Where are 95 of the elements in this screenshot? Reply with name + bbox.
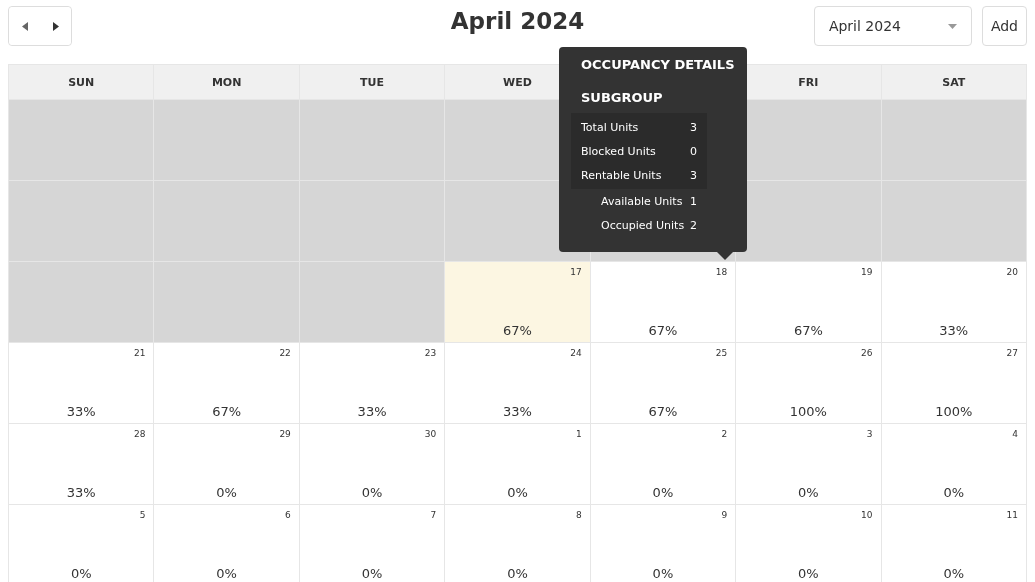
units-value: 3 xyxy=(690,120,697,134)
day-cell[interactable]: 30 0% xyxy=(299,424,445,504)
right-triangle-icon xyxy=(52,21,59,31)
month-dropdown[interactable]: April 2024 xyxy=(813,6,972,46)
day-cell[interactable]: 22 67% xyxy=(154,343,299,423)
date-number: 10 xyxy=(861,510,873,520)
date-number: 28 xyxy=(133,429,146,439)
date-number: 2 xyxy=(721,429,728,439)
day-cell[interactable]: 6 0% xyxy=(154,505,299,582)
day-cell[interactable]: 27 100% xyxy=(881,343,1026,423)
units-label: Occupied Units xyxy=(601,218,685,232)
occupancy-percent: 0% xyxy=(361,566,383,581)
date-number: 18 xyxy=(715,267,728,277)
date-number: 6 xyxy=(285,510,291,520)
day-cell[interactable]: 29 0% xyxy=(154,424,299,504)
day-cell[interactable]: 11 0% xyxy=(881,505,1026,582)
occupancy-percent: 0% xyxy=(216,566,237,581)
date-number: 9 xyxy=(721,510,728,520)
add-button[interactable]: Add xyxy=(981,6,1027,46)
day-cell[interactable]: 25 67% xyxy=(590,343,736,423)
day-cell[interactable]: 17 67% xyxy=(445,262,590,342)
occupancy-percent: 0% xyxy=(216,485,237,500)
day-cell[interactable]: 18 67% xyxy=(590,262,736,342)
occupancy-percent: 0% xyxy=(70,566,92,581)
units-value: 3 xyxy=(690,168,697,182)
day-cell[interactable]: 23 33% xyxy=(299,343,445,423)
date-number: 27 xyxy=(1006,348,1018,358)
day-cell[interactable]: 3 0% xyxy=(736,424,881,504)
day-cell[interactable]: 24 33% xyxy=(445,343,590,423)
weekday-header: SUN xyxy=(9,65,154,99)
units-label: Available Units xyxy=(601,194,683,208)
day-cell[interactable]: 2 0% xyxy=(590,424,736,504)
date-number: 30 xyxy=(424,429,437,439)
calendar-title: April 2024 xyxy=(450,8,585,34)
occupancy-percent: 100% xyxy=(789,404,827,419)
occupancy-percent: 0% xyxy=(652,566,674,581)
date-number: 11 xyxy=(1006,510,1018,520)
occupancy-percent: 0% xyxy=(652,485,674,500)
date-number: 25 xyxy=(715,348,728,358)
occupancy-percent: 0% xyxy=(507,566,528,581)
weekday-header: TUE xyxy=(299,65,445,99)
day-cell[interactable]: 19 67% xyxy=(736,262,881,342)
date-number: 22 xyxy=(279,348,291,358)
date-number: 23 xyxy=(424,348,437,358)
weekday-header: SAT xyxy=(881,65,1026,99)
units-label: Rentable Units xyxy=(581,168,662,182)
day-cell[interactable]: 7 0% xyxy=(299,505,445,582)
date-number: 7 xyxy=(430,510,437,520)
date-number: 8 xyxy=(575,510,582,520)
occupancy-percent: 67% xyxy=(212,404,242,419)
caret-down-icon xyxy=(947,23,957,29)
occupancy-percent: 100% xyxy=(935,404,973,419)
date-number: 4 xyxy=(1012,429,1018,439)
day-cell[interactable]: 28 33% xyxy=(9,424,154,504)
day-cell[interactable]: 8 0% xyxy=(445,505,590,582)
units-label: Blocked Units xyxy=(581,144,656,158)
day-cell[interactable]: 1 0% xyxy=(445,424,590,504)
day-cell[interactable]: 10 0% xyxy=(736,505,881,582)
units-value: 1 xyxy=(690,194,697,208)
day-cell[interactable]: 21 33% xyxy=(9,343,154,423)
date-number: 26 xyxy=(861,348,873,358)
day-cell[interactable]: 20 33% xyxy=(881,262,1026,342)
weekday-header: MON xyxy=(154,65,299,99)
units-value: 0 xyxy=(690,144,697,158)
date-number: 20 xyxy=(1006,267,1018,277)
day-cell[interactable]: 4 0% xyxy=(881,424,1026,504)
date-number: 21 xyxy=(133,348,146,358)
units-label: Total Units xyxy=(581,120,639,134)
day-cell[interactable]: 5 0% xyxy=(9,505,154,582)
occupancy-percent: 67% xyxy=(503,323,532,338)
occupancy-percent: 0% xyxy=(798,566,819,581)
date-number: 24 xyxy=(570,348,582,358)
occupancy-percent: 0% xyxy=(798,485,819,500)
occupancy-percent: 67% xyxy=(648,404,678,419)
occupancy-percent: 0% xyxy=(943,485,965,500)
day-cell[interactable]: 9 0% xyxy=(590,505,736,582)
date-number: 29 xyxy=(279,429,291,439)
date-number: 19 xyxy=(861,267,873,277)
occupancy-percent: 33% xyxy=(66,404,96,419)
units-value: 2 xyxy=(690,218,697,232)
occupancy-percent: 33% xyxy=(66,485,96,500)
occupancy-percent: 33% xyxy=(357,404,387,419)
occupancy-percent: 67% xyxy=(793,323,823,338)
occupancy-percent: 33% xyxy=(503,404,532,419)
date-number: 1 xyxy=(575,429,582,439)
occupancy-percent: 67% xyxy=(648,323,678,338)
occupancy-percent: 0% xyxy=(361,485,383,500)
date-number: 17 xyxy=(570,267,582,277)
left-triangle-icon xyxy=(21,21,28,31)
day-cell[interactable]: 26 100% xyxy=(736,343,881,423)
occupancy-percent: 0% xyxy=(943,566,965,581)
occupancy-percent: 0% xyxy=(507,485,528,500)
date-number: 3 xyxy=(866,429,873,439)
occupancy-percent: 33% xyxy=(939,323,969,338)
date-number: 5 xyxy=(139,510,146,520)
